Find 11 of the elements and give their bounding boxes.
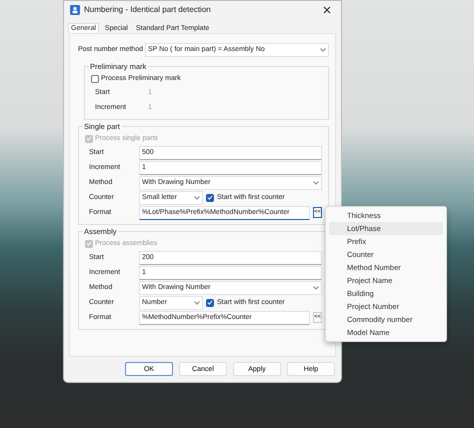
checkbox[interactable] [206, 298, 214, 306]
chevron-icon [313, 180, 319, 184]
app-icon [70, 4, 80, 14]
chevron-icon [313, 286, 319, 290]
chevron-icon [194, 196, 200, 200]
checkbox[interactable] [91, 74, 99, 82]
chevron-icon [194, 300, 200, 304]
close-icon[interactable] [323, 6, 331, 14]
checkbox[interactable] [206, 194, 214, 202]
window-title: Numbering - Identical part detection [84, 5, 212, 14]
chevron-icon [320, 48, 326, 52]
